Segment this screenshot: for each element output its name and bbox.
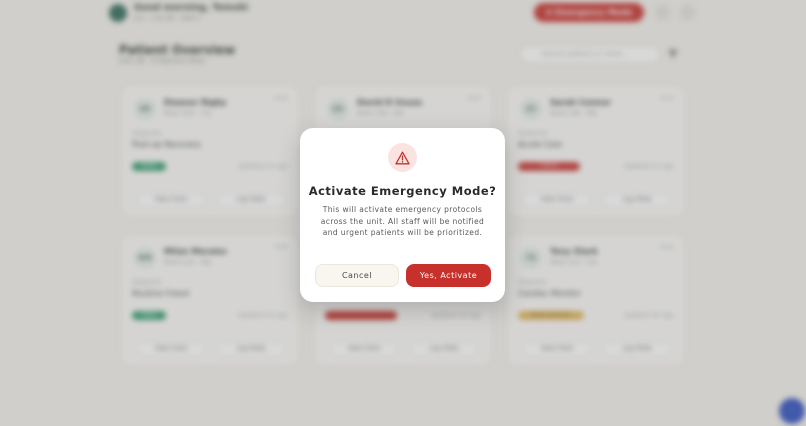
dialog-title: Activate Emergency Mode? [308, 184, 497, 198]
confirm-activate-button[interactable]: Yes, Activate [406, 264, 491, 287]
emergency-confirm-dialog: Activate Emergency Mode? This will activ… [300, 128, 505, 302]
dialog-message: This will activate emergency protocols a… [320, 205, 485, 237]
warning-triangle-icon [388, 143, 417, 172]
cancel-button[interactable]: Cancel [315, 264, 399, 287]
